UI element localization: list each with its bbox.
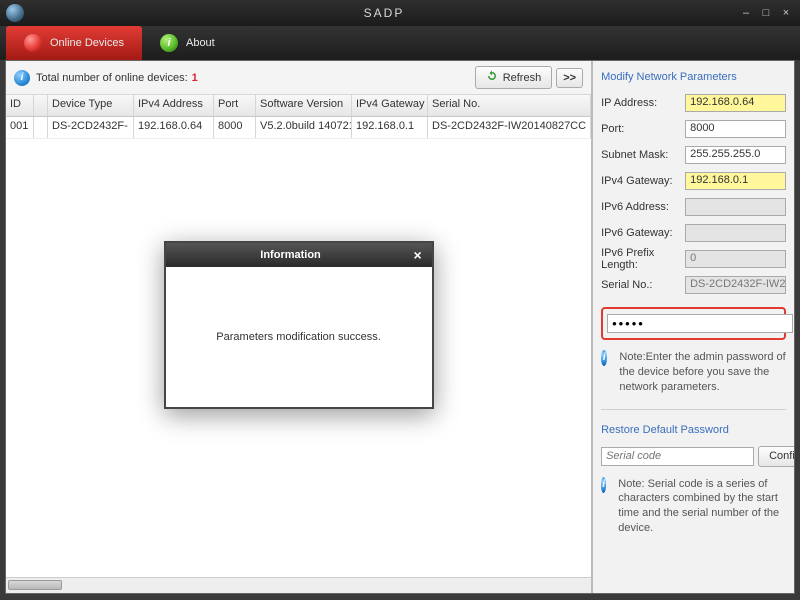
refresh-label: Refresh: [503, 72, 542, 84]
input-ip[interactable]: 192.168.0.64: [685, 94, 786, 112]
password-note: i Note:Enter the admin password of the d…: [601, 350, 786, 395]
maximize-button[interactable]: □: [758, 6, 774, 20]
row-serial: Serial No.: DS-2CD2432F-IW20140827C: [601, 275, 786, 295]
row-ip: IP Address: 192.168.0.64: [601, 93, 786, 113]
device-list-pane: i Total number of online devices: 1 Refr…: [6, 61, 592, 593]
cell-gateway: 192.168.0.1: [352, 117, 428, 138]
expand-button[interactable]: >>: [556, 68, 583, 88]
col-ip[interactable]: IPv4 Address: [134, 95, 214, 116]
col-id[interactable]: ID: [6, 95, 34, 116]
label-ipv6-address: IPv6 Address:: [601, 201, 685, 213]
device-count-value: 1: [192, 72, 198, 84]
label-ip: IP Address:: [601, 97, 685, 109]
label-mask: Subnet Mask:: [601, 149, 685, 161]
workspace: i Total number of online devices: 1 Refr…: [5, 60, 795, 594]
serial-code-input[interactable]: [601, 447, 754, 466]
device-count-label: Total number of online devices:: [36, 72, 188, 84]
panel-title: Modify Network Parameters: [601, 71, 786, 87]
cell-type: DS-2CD2432F-: [48, 117, 134, 138]
info-icon: i: [601, 477, 606, 493]
list-toolbar: i Total number of online devices: 1 Refr…: [6, 61, 591, 95]
input-mask[interactable]: 255.255.255.0: [685, 146, 786, 164]
input-ipv6-address[interactable]: [685, 198, 786, 216]
label-ipv6-prefix: IPv6 Prefix Length:: [601, 247, 685, 271]
dialog-message: Parameters modification success.: [216, 331, 380, 343]
label-serial: Serial No.:: [601, 279, 685, 291]
password-input[interactable]: [607, 314, 793, 333]
info-icon: i: [601, 350, 607, 366]
serial-note: i Note: Serial code is a series of chara…: [601, 477, 786, 536]
main-tabs: Online Devices i About: [0, 26, 800, 60]
label-gateway: IPv4 Gateway:: [601, 175, 685, 187]
password-save-row: Save: [601, 307, 786, 340]
cell-ip: 192.168.0.64: [134, 117, 214, 138]
col-gateway[interactable]: IPv4 Gateway: [352, 95, 428, 116]
title-bar: SADP – □ ×: [0, 0, 800, 26]
input-ipv6-gateway[interactable]: [685, 224, 786, 242]
col-type[interactable]: Device Type: [48, 95, 134, 116]
row-ipv6-address: IPv6 Address:: [601, 197, 786, 217]
refresh-icon: [486, 70, 498, 85]
dialog-titlebar[interactable]: Information ×: [166, 243, 432, 267]
scrollbar-thumb[interactable]: [8, 580, 62, 590]
serial-code-row: Confirm: [601, 446, 786, 467]
row-gateway: IPv4 Gateway: 192.168.0.1: [601, 171, 786, 191]
online-devices-icon: [24, 34, 42, 52]
col-serial[interactable]: Serial No.: [428, 95, 591, 116]
minimize-button[interactable]: –: [738, 6, 754, 20]
dialog-body: Parameters modification success.: [166, 267, 432, 407]
label-port: Port:: [601, 123, 685, 135]
app-logo-icon: [6, 4, 24, 22]
tab-online-devices[interactable]: Online Devices: [6, 26, 142, 60]
note-text: Note:Enter the admin password of the dev…: [619, 350, 786, 395]
table-row[interactable]: 001 DS-2CD2432F- 192.168.0.64 8000 V5.2.…: [6, 117, 591, 139]
input-port[interactable]: 8000: [685, 120, 786, 138]
information-dialog: Information × Parameters modification su…: [164, 241, 434, 409]
col-checkbox[interactable]: [34, 95, 48, 116]
confirm-button[interactable]: Confirm: [758, 446, 794, 467]
dialog-close-button[interactable]: ×: [410, 247, 426, 263]
restore-title: Restore Default Password: [601, 424, 786, 440]
label-ipv6-gateway: IPv6 Gateway:: [601, 227, 685, 239]
horizontal-scrollbar[interactable]: [6, 577, 591, 593]
about-icon: i: [160, 34, 178, 52]
cell-software: V5.2.0build 140721: [256, 117, 352, 138]
col-port[interactable]: Port: [214, 95, 256, 116]
window-title: SADP: [30, 6, 738, 20]
cell-port: 8000: [214, 117, 256, 138]
tab-about[interactable]: i About: [142, 26, 233, 60]
info-icon: i: [14, 70, 30, 86]
tab-label: About: [186, 37, 215, 49]
row-port: Port: 8000: [601, 119, 786, 139]
note-text: Note: Serial code is a series of charact…: [618, 477, 786, 536]
row-mask: Subnet Mask: 255.255.255.0: [601, 145, 786, 165]
cell-id: 001: [6, 117, 34, 138]
modify-parameters-panel: Modify Network Parameters IP Address: 19…: [592, 61, 794, 593]
close-button[interactable]: ×: [778, 6, 794, 20]
dialog-title: Information: [172, 249, 410, 261]
table-header: ID Device Type IPv4 Address Port Softwar…: [6, 95, 591, 117]
input-ipv6-prefix[interactable]: 0: [685, 250, 786, 268]
refresh-button[interactable]: Refresh: [475, 66, 553, 89]
input-serial: DS-2CD2432F-IW20140827C: [685, 276, 786, 294]
tab-label: Online Devices: [50, 37, 124, 49]
cell-checkbox[interactable]: [34, 117, 48, 138]
divider: [601, 409, 786, 410]
row-ipv6-prefix: IPv6 Prefix Length: 0: [601, 249, 786, 269]
col-software[interactable]: Software Version: [256, 95, 352, 116]
cell-serial: DS-2CD2432F-IW20140827CC: [428, 117, 591, 138]
input-gateway[interactable]: 192.168.0.1: [685, 172, 786, 190]
row-ipv6-gateway: IPv6 Gateway:: [601, 223, 786, 243]
